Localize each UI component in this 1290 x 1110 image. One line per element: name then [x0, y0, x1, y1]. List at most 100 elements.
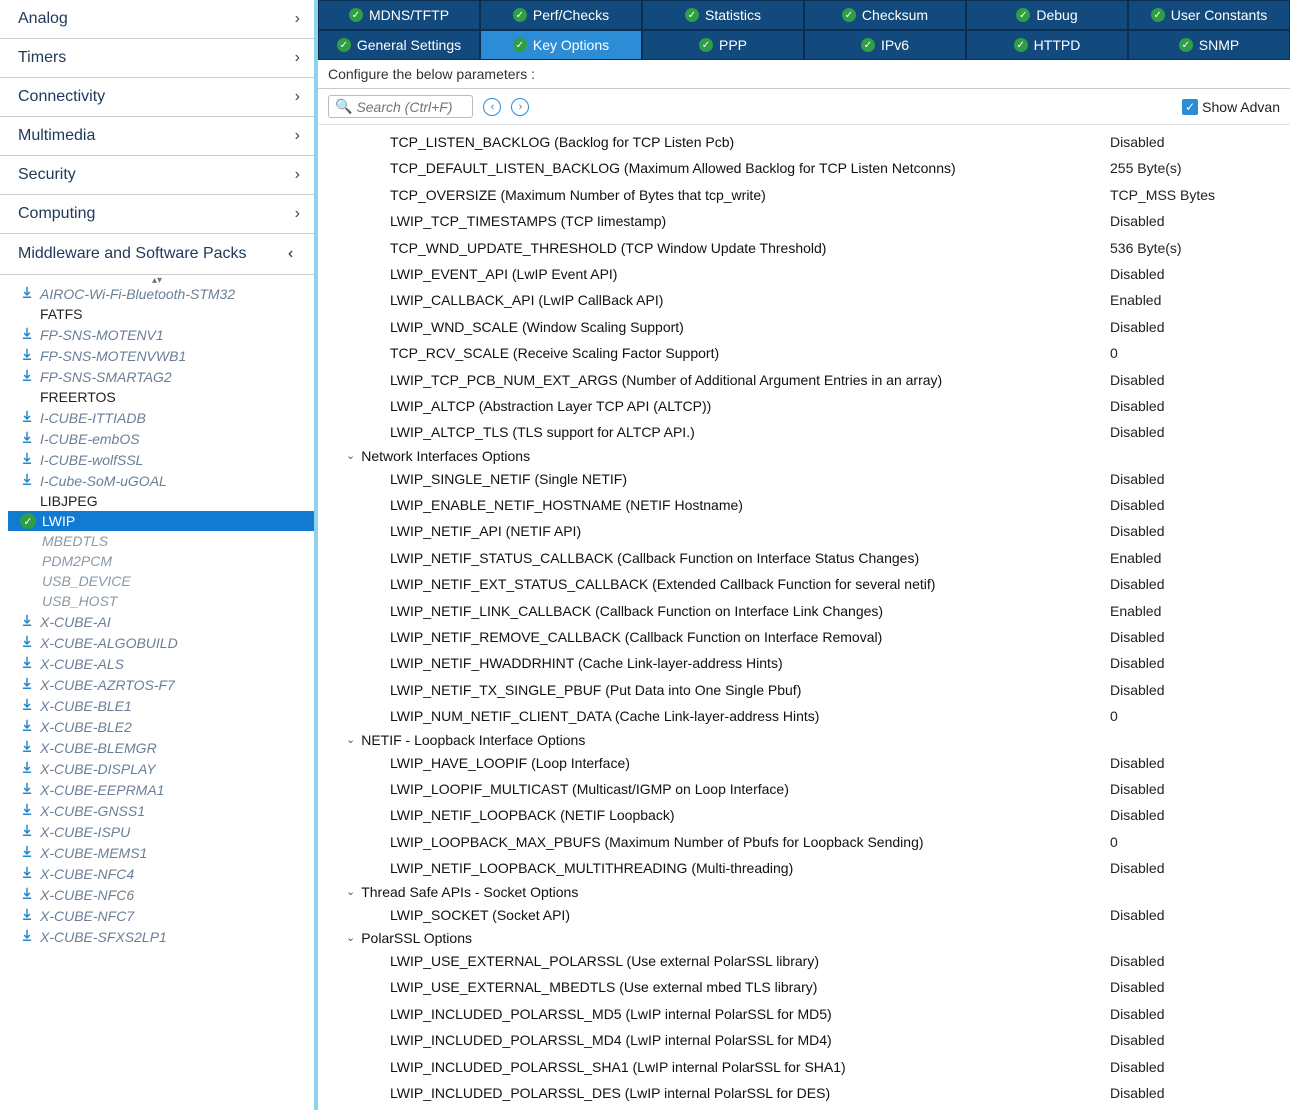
tab-httpd[interactable]: ✓HTTPD [966, 30, 1128, 60]
tree-item-pdm2pcm[interactable]: PDM2PCM [8, 551, 314, 571]
tree-item-libjpeg[interactable]: LIBJPEG [8, 491, 314, 511]
sidebar-category-computing[interactable]: Computing› [0, 195, 314, 234]
tree-item-x-cube-als[interactable]: X-CUBE-ALS [8, 653, 314, 674]
tree-item-x-cube-gnss1[interactable]: X-CUBE-GNSS1 [8, 800, 314, 821]
tree-item-fatfs[interactable]: FATFS [8, 304, 314, 324]
tree-item-x-cube-azrtos-f7[interactable]: X-CUBE-AZRTOS-F7 [8, 674, 314, 695]
tree-item-x-cube-nfc6[interactable]: X-CUBE-NFC6 [8, 884, 314, 905]
param-row[interactable]: LWIP_NETIF_API (NETIF API)Disabled [318, 518, 1290, 544]
search-field[interactable]: 🔍 [328, 95, 473, 118]
sidebar-category-multimedia[interactable]: Multimedia› [0, 117, 314, 156]
param-value: Disabled [1100, 263, 1290, 285]
param-row[interactable]: LWIP_USE_EXTERNAL_MBEDTLS (Use external … [318, 974, 1290, 1000]
param-row[interactable]: LWIP_INCLUDED_POLARSSL_ARC4 (LwIP intern… [318, 1106, 1290, 1110]
tree-item-airoc-wi-fi-bluetooth-stm32[interactable]: AIROC-Wi-Fi-Bluetooth-STM32 [8, 283, 314, 304]
tree-item-x-cube-eeprma1[interactable]: X-CUBE-EEPRMA1 [8, 779, 314, 800]
sidebar-category-timers[interactable]: Timers› [0, 39, 314, 78]
param-row[interactable]: TCP_LISTEN_BACKLOG (Backlog for TCP List… [318, 129, 1290, 155]
param-row[interactable]: LWIP_NETIF_LINK_CALLBACK (Callback Funct… [318, 598, 1290, 624]
param-row[interactable]: LWIP_SINGLE_NETIF (Single NETIF)Disabled [318, 466, 1290, 492]
tab-general-settings[interactable]: ✓General Settings [318, 30, 480, 60]
tree-item-x-cube-blemgr[interactable]: X-CUBE-BLEMGR [8, 737, 314, 758]
prev-match-button[interactable]: ‹ [483, 98, 501, 116]
tree-item-i-cube-wolfssl[interactable]: I-CUBE-wolfSSL [8, 449, 314, 470]
param-row[interactable]: LWIP_USE_EXTERNAL_POLARSSL (Use external… [318, 948, 1290, 974]
download-icon [20, 844, 34, 861]
param-row[interactable]: LWIP_NETIF_STATUS_CALLBACK (Callback Fun… [318, 545, 1290, 571]
tab-user-constants[interactable]: ✓User Constants [1128, 0, 1290, 30]
tree-item-freertos[interactable]: FREERTOS [8, 387, 314, 407]
param-row[interactable]: TCP_OVERSIZE (Maximum Number of Bytes th… [318, 182, 1290, 208]
param-row[interactable]: LWIP_INCLUDED_POLARSSL_MD5 (LwIP interna… [318, 1001, 1290, 1027]
tree-item-fp-sns-motenvwb1[interactable]: FP-SNS-MOTENVWB1 [8, 345, 314, 366]
tree-item-x-cube-nfc4[interactable]: X-CUBE-NFC4 [8, 863, 314, 884]
param-row[interactable]: LWIP_EVENT_API (LwIP Event API)Disabled [318, 261, 1290, 287]
param-row[interactable]: TCP_DEFAULT_LISTEN_BACKLOG (Maximum Allo… [318, 155, 1290, 181]
tree-item-i-cube-ittiadb[interactable]: I-CUBE-ITTIADB [8, 407, 314, 428]
param-row[interactable]: LWIP_WND_SCALE (Window Scaling Support)D… [318, 314, 1290, 340]
param-row[interactable]: LWIP_NUM_NETIF_CLIENT_DATA (Cache Link-l… [318, 703, 1290, 729]
param-row[interactable]: LWIP_NETIF_HWADDRHINT (Cache Link-layer-… [318, 650, 1290, 676]
section-network-interfaces-options[interactable]: ⌄Network Interfaces Options [318, 446, 1290, 466]
search-input[interactable] [356, 99, 466, 115]
param-row[interactable]: LWIP_ALTCP_TLS (TLS support for ALTCP AP… [318, 419, 1290, 445]
param-row[interactable]: LWIP_NETIF_LOOPBACK_MULTITHREADING (Mult… [318, 855, 1290, 881]
tab-ipv6[interactable]: ✓IPv6 [804, 30, 966, 60]
param-row[interactable]: LWIP_TCP_TIMESTAMPS (TCP Iimestamp)Disab… [318, 208, 1290, 234]
tree-item-x-cube-display[interactable]: X-CUBE-DISPLAY [8, 758, 314, 779]
tree-item-usb_host[interactable]: USB_HOST [8, 591, 314, 611]
param-row[interactable]: LWIP_NETIF_TX_SINGLE_PBUF (Put Data into… [318, 677, 1290, 703]
param-row[interactable]: TCP_RCV_SCALE (Receive Scaling Factor Su… [318, 340, 1290, 366]
param-row[interactable]: LWIP_INCLUDED_POLARSSL_DES (LwIP interna… [318, 1080, 1290, 1106]
tab-statistics[interactable]: ✓Statistics [642, 0, 804, 30]
section-netif-loopback-interface-options[interactable]: ⌄NETIF - Loopback Interface Options [318, 730, 1290, 750]
tree-item-i-cube-embos[interactable]: I-CUBE-embOS [8, 428, 314, 449]
param-row[interactable]: LWIP_ALTCP (Abstraction Layer TCP API (A… [318, 393, 1290, 419]
tree-item-x-cube-nfc7[interactable]: X-CUBE-NFC7 [8, 905, 314, 926]
tree-item-x-cube-ble1[interactable]: X-CUBE-BLE1 [8, 695, 314, 716]
param-row[interactable]: LWIP_INCLUDED_POLARSSL_MD4 (LwIP interna… [318, 1027, 1290, 1053]
tree-item-x-cube-ble2[interactable]: X-CUBE-BLE2 [8, 716, 314, 737]
param-value: Enabled [1100, 547, 1290, 569]
tab-snmp[interactable]: ✓SNMP [1128, 30, 1290, 60]
tree-item-x-cube-algobuild[interactable]: X-CUBE-ALGOBUILD [8, 632, 314, 653]
tree-item-x-cube-mems1[interactable]: X-CUBE-MEMS1 [8, 842, 314, 863]
param-row[interactable]: TCP_WND_UPDATE_THRESHOLD (TCP Window Upd… [318, 235, 1290, 261]
tab-key-options[interactable]: ✓Key Options [480, 30, 642, 60]
param-row[interactable]: LWIP_SOCKET (Socket API)Disabled [318, 902, 1290, 928]
tree-item-x-cube-ispu[interactable]: X-CUBE-ISPU [8, 821, 314, 842]
param-row[interactable]: LWIP_INCLUDED_POLARSSL_SHA1 (LwIP intern… [318, 1054, 1290, 1080]
sidebar-category-connectivity[interactable]: Connectivity› [0, 78, 314, 117]
tree-item-x-cube-sfxs2lp1[interactable]: X-CUBE-SFXS2LP1 [8, 926, 314, 947]
sidebar-category-analog[interactable]: Analog› [0, 0, 314, 39]
section-polarssl-options[interactable]: ⌄PolarSSL Options [318, 928, 1290, 948]
param-row[interactable]: LWIP_HAVE_LOOPIF (Loop Interface)Disable… [318, 750, 1290, 776]
param-row[interactable]: LWIP_NETIF_REMOVE_CALLBACK (Callback Fun… [318, 624, 1290, 650]
show-advanced-toggle[interactable]: ✓ Show Advan [1182, 99, 1280, 115]
tree-item-fp-sns-smartag2[interactable]: FP-SNS-SMARTAG2 [8, 366, 314, 387]
param-label: LWIP_NETIF_LOOPBACK_MULTITHREADING (Mult… [318, 857, 1100, 879]
param-row[interactable]: LWIP_NETIF_LOOPBACK (NETIF Loopback)Disa… [318, 802, 1290, 828]
sidebar-category-security[interactable]: Security› [0, 156, 314, 195]
tab-ppp[interactable]: ✓PPP [642, 30, 804, 60]
next-match-button[interactable]: › [511, 98, 529, 116]
param-row[interactable]: LWIP_ENABLE_NETIF_HOSTNAME (NETIF Hostna… [318, 492, 1290, 518]
tab-debug[interactable]: ✓Debug [966, 0, 1128, 30]
download-icon [20, 865, 34, 882]
tab-checksum[interactable]: ✓Checksum [804, 0, 966, 30]
param-row[interactable]: LWIP_LOOPIF_MULTICAST (Multicast/IGMP on… [318, 776, 1290, 802]
tree-item-fp-sns-motenv1[interactable]: FP-SNS-MOTENV1 [8, 324, 314, 345]
tree-item-i-cube-som-ugoal[interactable]: I-Cube-SoM-uGOAL [8, 470, 314, 491]
param-row[interactable]: LWIP_NETIF_EXT_STATUS_CALLBACK (Extended… [318, 571, 1290, 597]
tab-perf-checks[interactable]: ✓Perf/Checks [480, 0, 642, 30]
tree-item-usb_device[interactable]: USB_DEVICE [8, 571, 314, 591]
sidebar-category-middleware-and-software-packs[interactable]: Middleware and Software Packs⌄ [0, 234, 314, 275]
param-row[interactable]: LWIP_TCP_PCB_NUM_EXT_ARGS (Number of Add… [318, 367, 1290, 393]
tree-item-lwip[interactable]: ✓LWIP [8, 511, 314, 531]
tree-item-x-cube-ai[interactable]: X-CUBE-AI [8, 611, 314, 632]
param-row[interactable]: LWIP_LOOPBACK_MAX_PBUFS (Maximum Number … [318, 829, 1290, 855]
param-row[interactable]: LWIP_CALLBACK_API (LwIP CallBack API)Ena… [318, 287, 1290, 313]
section-thread-safe-apis-socket-options[interactable]: ⌄Thread Safe APIs - Socket Options [318, 882, 1290, 902]
tab-mdns-tftp[interactable]: ✓MDNS/TFTP [318, 0, 480, 30]
tree-item-mbedtls[interactable]: MBEDTLS [8, 531, 314, 551]
